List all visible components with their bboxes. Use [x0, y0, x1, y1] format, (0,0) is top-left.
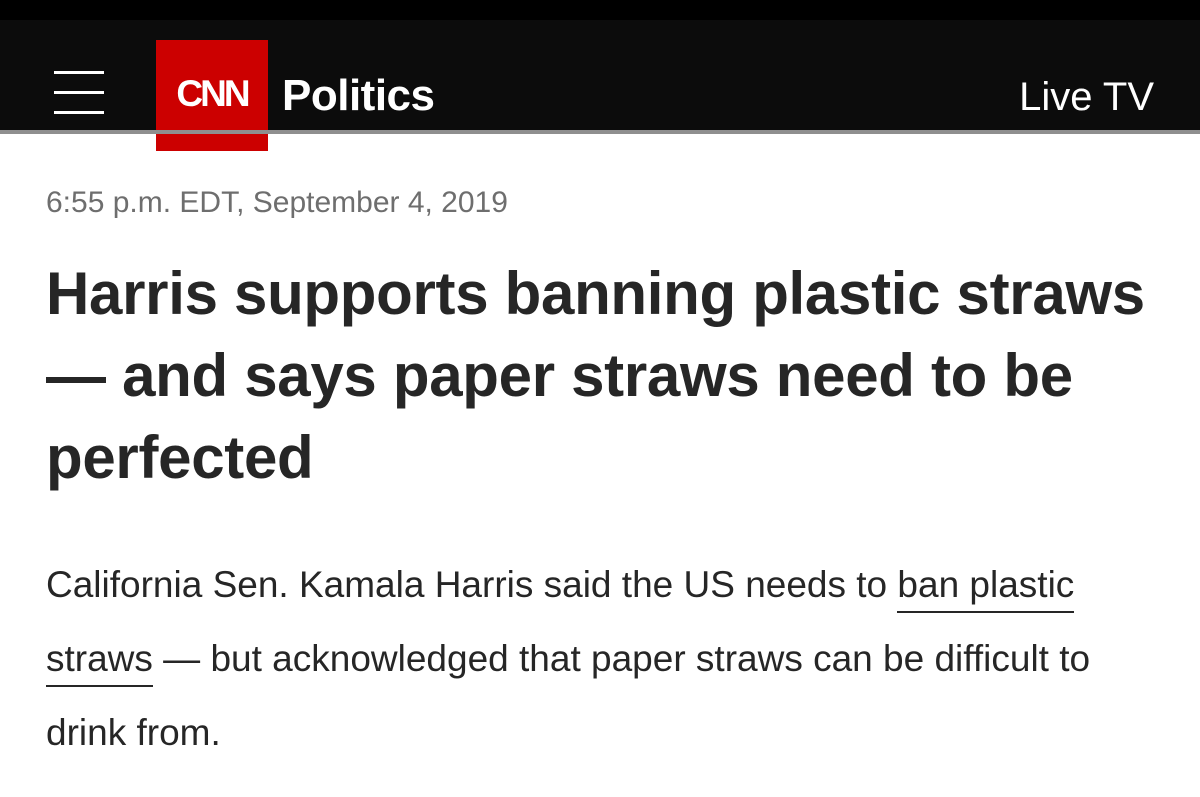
menu-bar-middle — [54, 91, 104, 94]
section-title-politics[interactable]: Politics — [282, 70, 435, 122]
article-headline: Harris supports banning plastic straws —… — [46, 260, 1145, 491]
cnn-logo-text: CNN — [176, 73, 250, 114]
cnn-logo[interactable]: CNN — [156, 40, 268, 151]
site-header: CNN Politics Live TV — [0, 20, 1200, 151]
top-strip — [0, 0, 1200, 20]
body-text-continued: — but acknowledged that paper straws can… — [46, 638, 1091, 753]
menu-bar-bottom — [54, 111, 104, 114]
body-text-intro: California Sen. Kamala Harris said the U… — [46, 564, 898, 605]
menu-bar-top — [54, 71, 104, 74]
header-divider — [0, 130, 1200, 134]
live-tv-link[interactable]: Live TV — [1019, 72, 1154, 122]
article-timestamp: 6:55 p.m. EDT, September 4, 2019 — [46, 186, 508, 219]
article-body-paragraph: California Sen. Kamala Harris said the U… — [46, 548, 1156, 770]
hamburger-menu-icon[interactable] — [54, 71, 104, 117]
